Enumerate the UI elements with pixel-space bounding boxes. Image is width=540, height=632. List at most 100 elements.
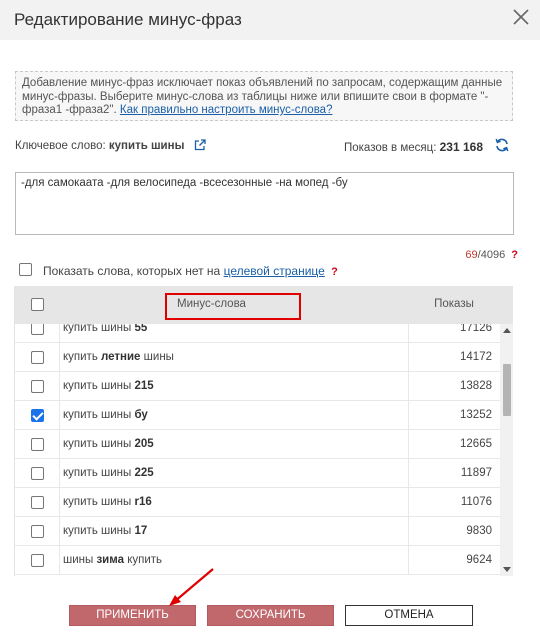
row-count: 9830 — [466, 525, 492, 537]
row-phrase: купить шины бу — [63, 409, 148, 421]
row-phrase-minus-word: 55 — [134, 324, 148, 334]
table-row[interactable]: купить шины 55 17126 — [15, 324, 500, 343]
info-box: Добавление минус-фраз исключает показ об… — [15, 71, 513, 121]
table-header: Минус-слова Показы — [15, 286, 513, 324]
column-divider — [408, 546, 409, 575]
column-divider — [59, 343, 60, 372]
row-checkbox[interactable] — [31, 409, 44, 422]
row-phrase-minus-word: летние — [101, 351, 141, 363]
row-phrase: шины зима купить — [63, 554, 162, 566]
row-phrase-base: купить шины — [63, 324, 135, 334]
row-checkbox[interactable] — [31, 525, 44, 538]
row-phrase-base: купить шины — [63, 380, 135, 392]
row-checkbox[interactable] — [31, 324, 44, 335]
column-divider — [408, 430, 409, 459]
show-missing-label: Показать слова, которых нет на целевой с… — [43, 264, 338, 278]
dialog-header: Редактирование минус-фраз — [0, 0, 540, 40]
keyword-label-wrap: Ключевое слово: купить шины — [15, 140, 184, 152]
refresh-icon[interactable] — [493, 136, 511, 154]
monthly-shows-value: 231 168 — [439, 140, 483, 154]
column-divider — [408, 372, 409, 401]
row-phrase-minus-word: r16 — [134, 496, 152, 508]
table-row[interactable]: купить шины 215 13828 — [15, 372, 500, 401]
show-missing-checkbox[interactable] — [19, 263, 32, 276]
apply-button[interactable]: ПРИМЕНИТЬ — [69, 605, 196, 626]
row-count: 17126 — [460, 324, 492, 334]
minus-phrases-input[interactable]: -для самокаата -для велосипеда -всесезон… — [15, 172, 514, 235]
row-checkbox[interactable] — [31, 438, 44, 451]
row-phrase: купить летние шины — [63, 351, 174, 363]
cancel-button[interactable]: ОТМЕНА — [345, 605, 473, 626]
row-checkbox[interactable] — [31, 467, 44, 480]
minus-words-table: Минус-слова Показы купить шины 55 17126 ку… — [14, 286, 513, 576]
column-divider — [59, 546, 60, 575]
row-count: 13252 — [460, 409, 492, 421]
row-phrase-base: купить шины — [63, 525, 135, 537]
table-row[interactable]: купить летние шины 14172 — [15, 343, 500, 372]
row-phrase-base: купить шины — [63, 409, 135, 421]
column-divider — [59, 430, 60, 459]
row-phrase: купить шины 215 — [63, 380, 154, 392]
row-phrase-base: купить шины — [63, 467, 135, 479]
column-divider — [408, 401, 409, 430]
column-divider — [408, 459, 409, 488]
row-count: 11897 — [460, 467, 492, 479]
monthly-shows-label: Показов в месяц: — [343, 142, 437, 154]
annotation-arrow-icon — [169, 568, 214, 606]
save-button[interactable]: СОХРАНИТЬ — [207, 605, 334, 626]
row-phrase-base: купить шины — [63, 496, 135, 508]
show-missing-help-icon[interactable]: ? — [331, 266, 338, 278]
row-checkbox[interactable] — [31, 496, 44, 509]
table-row[interactable]: купить шины бу 13252 — [15, 401, 500, 430]
scroll-thumb[interactable] — [503, 364, 511, 416]
show-missing-text: Показать слова, которых нет на — [43, 264, 221, 278]
row-phrase-base: шины — [63, 554, 97, 566]
column-divider — [59, 459, 60, 488]
row-checkbox[interactable] — [31, 380, 44, 393]
close-icon[interactable] — [510, 6, 532, 28]
column-divider — [408, 324, 409, 343]
row-checkbox[interactable] — [31, 554, 44, 567]
column-divider — [408, 343, 409, 372]
counter-help-icon[interactable]: ? — [511, 249, 518, 261]
char-counter: 69/4096 ? — [465, 249, 518, 261]
row-phrase-tail: шины — [140, 351, 174, 363]
char-counter-current: 69 — [465, 249, 478, 261]
help-link[interactable]: Как правильно настроить минус-слова? — [120, 104, 333, 116]
column-divider — [59, 488, 60, 517]
row-count: 9624 — [466, 554, 492, 566]
column-header-shows[interactable]: Показы — [408, 298, 500, 310]
table-row[interactable]: купить шины 205 12665 — [15, 430, 500, 459]
table-row[interactable]: купить шины 17 9830 — [15, 517, 500, 546]
row-phrase-minus-word: 17 — [134, 525, 148, 537]
scroll-up-icon[interactable] — [503, 328, 511, 333]
column-divider — [59, 372, 60, 401]
char-counter-max: /4096 — [477, 249, 506, 261]
row-phrase: купить шины 17 — [63, 525, 147, 537]
column-divider — [408, 488, 409, 517]
row-phrase-base: купить шины — [63, 438, 135, 450]
column-divider — [59, 401, 60, 430]
table-row[interactable]: купить шины 225 11897 — [15, 459, 500, 488]
scroll-down-icon[interactable] — [503, 567, 511, 572]
row-phrase-minus-word: 205 — [134, 438, 154, 450]
dialog-title: Редактирование минус-фраз — [14, 10, 242, 29]
table-scrollbar[interactable] — [500, 324, 513, 576]
row-phrase-minus-word: 215 — [134, 380, 154, 392]
keyword-value: купить шины — [108, 140, 185, 152]
row-phrase-minus-word: 225 — [134, 467, 154, 479]
row-phrase-minus-word: зима — [96, 554, 125, 566]
row-count: 13828 — [460, 380, 492, 392]
row-phrase: купить шины 225 — [63, 467, 154, 479]
table-row[interactable]: шины зима купить 9624 — [15, 546, 500, 575]
row-count: 14172 — [460, 351, 492, 363]
external-link-icon[interactable] — [193, 138, 207, 152]
row-count: 12665 — [460, 438, 492, 450]
keyword-row: Ключевое слово: купить шины Показов в ме… — [15, 138, 513, 154]
row-phrase-tail: купить — [124, 554, 163, 566]
row-checkbox[interactable] — [31, 351, 44, 364]
row-phrase: купить шины r16 — [63, 496, 152, 508]
target-page-link[interactable]: целевой странице — [224, 264, 325, 278]
column-divider — [59, 517, 60, 546]
table-row[interactable]: купить шины r16 11076 — [15, 488, 500, 517]
